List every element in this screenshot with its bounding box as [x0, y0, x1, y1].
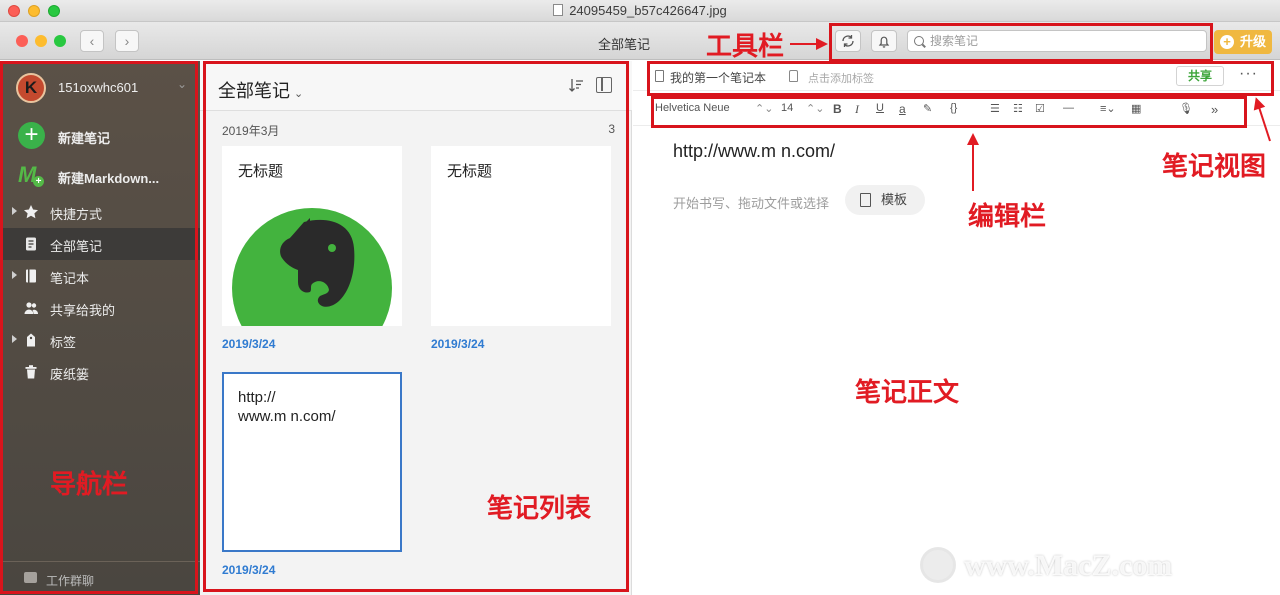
- watermark-logo-icon: [920, 547, 956, 583]
- app-minimize-button[interactable]: [35, 35, 47, 47]
- back-button[interactable]: ‹: [80, 30, 104, 52]
- note-view-annotation: 笔记视图: [1162, 152, 1267, 182]
- upgrade-button[interactable]: + 升级: [1214, 30, 1272, 54]
- title-bar: 24095459_b57c426647.jpg: [0, 0, 1280, 22]
- template-icon: [860, 193, 871, 207]
- watermark: www.MacZ.com: [920, 547, 1172, 583]
- toolbar-highlight-box: [829, 23, 1213, 62]
- toolbar-arrow: [790, 38, 828, 50]
- nav-bar-annotation: 导航栏: [50, 470, 129, 500]
- app-zoom-button[interactable]: [54, 35, 66, 47]
- note-list-annotation: 笔记列表: [487, 494, 592, 524]
- edit-bar-annotation: 编辑栏: [968, 202, 1047, 232]
- nav-bar-highlight-box: [0, 61, 198, 594]
- toolbar-annotation: 工具栏: [706, 32, 785, 62]
- edit-bar-highlight-box: [651, 96, 1247, 128]
- note-body-placeholder[interactable]: 开始书写、拖动文件或选择: [673, 193, 829, 212]
- app-close-button[interactable]: [16, 35, 28, 47]
- upgrade-plus-icon: +: [1220, 35, 1234, 49]
- window-title-text: 24095459_b57c426647.jpg: [569, 3, 727, 18]
- note-body-text[interactable]: http://www.m n.com/: [673, 141, 835, 162]
- template-button[interactable]: 模板: [845, 185, 925, 215]
- edit-bar-arrow: [972, 135, 974, 191]
- note-body-annotation: 笔记正文: [855, 378, 960, 408]
- upgrade-label: 升级: [1240, 34, 1267, 49]
- view-title: 全部笔记: [598, 37, 651, 52]
- app-window: 24095459_b57c426647.jpg ‹ › 全部笔记 搜索笔记 + …: [0, 0, 1280, 595]
- forward-button[interactable]: ›: [115, 30, 139, 52]
- note-view-highlight-box: [647, 61, 1274, 96]
- watermark-text: www.MacZ.com: [964, 549, 1173, 582]
- template-label: 模板: [881, 192, 908, 207]
- window-title: 24095459_b57c426647.jpg: [0, 3, 1280, 18]
- file-icon: [553, 4, 564, 16]
- note-editor: 我的第一个笔记本 点击添加标签 共享 ··· Helvetica Neue ⌃⌄…: [633, 61, 1280, 595]
